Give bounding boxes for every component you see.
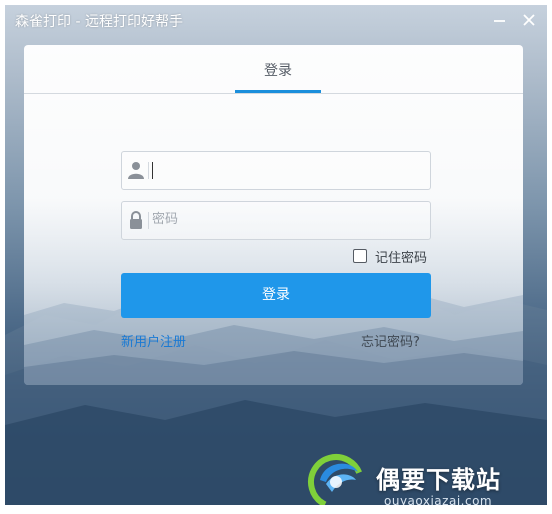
remember-password-label: 记住密码	[375, 251, 428, 266]
login-panel: 登录 记住密码 登录 新用户注册 忘记密码?	[24, 45, 523, 385]
remember-password-checkbox[interactable]	[353, 249, 367, 263]
login-button[interactable]: 登录	[121, 273, 431, 318]
tab-login[interactable]: 登录	[234, 45, 322, 93]
app-title: 森雀打印 - 远程打印好帮手	[15, 14, 183, 30]
watermark: 偶要下载站 ouyaoxiazai.com	[306, 452, 546, 505]
watermark-url: ouyaoxiazai.com	[384, 494, 493, 505]
watermark-text: 偶要下载站	[376, 466, 501, 494]
forgot-password-link[interactable]: 忘记密码?	[361, 331, 420, 350]
field-separator	[148, 212, 149, 229]
username-field[interactable]	[121, 151, 431, 190]
title-bar[interactable]: 森雀打印 - 远程打印好帮手	[5, 5, 547, 39]
user-icon	[128, 162, 144, 179]
app-window: 森雀打印 - 远程打印好帮手 登录 记住密码 登录 新用户注册 忘记密码? 偶要…	[5, 5, 547, 505]
lock-icon	[130, 211, 142, 229]
watermark-logo	[308, 454, 364, 505]
close-icon	[523, 14, 535, 26]
tab-divider	[24, 93, 523, 94]
register-link[interactable]: 新用户注册	[121, 331, 186, 350]
password-field[interactable]	[121, 201, 431, 240]
close-button[interactable]	[520, 11, 538, 29]
minimize-button[interactable]	[491, 11, 509, 29]
username-input[interactable]	[152, 154, 422, 185]
field-separator	[148, 162, 149, 179]
password-input[interactable]	[152, 204, 422, 235]
minimize-icon	[494, 20, 505, 22]
